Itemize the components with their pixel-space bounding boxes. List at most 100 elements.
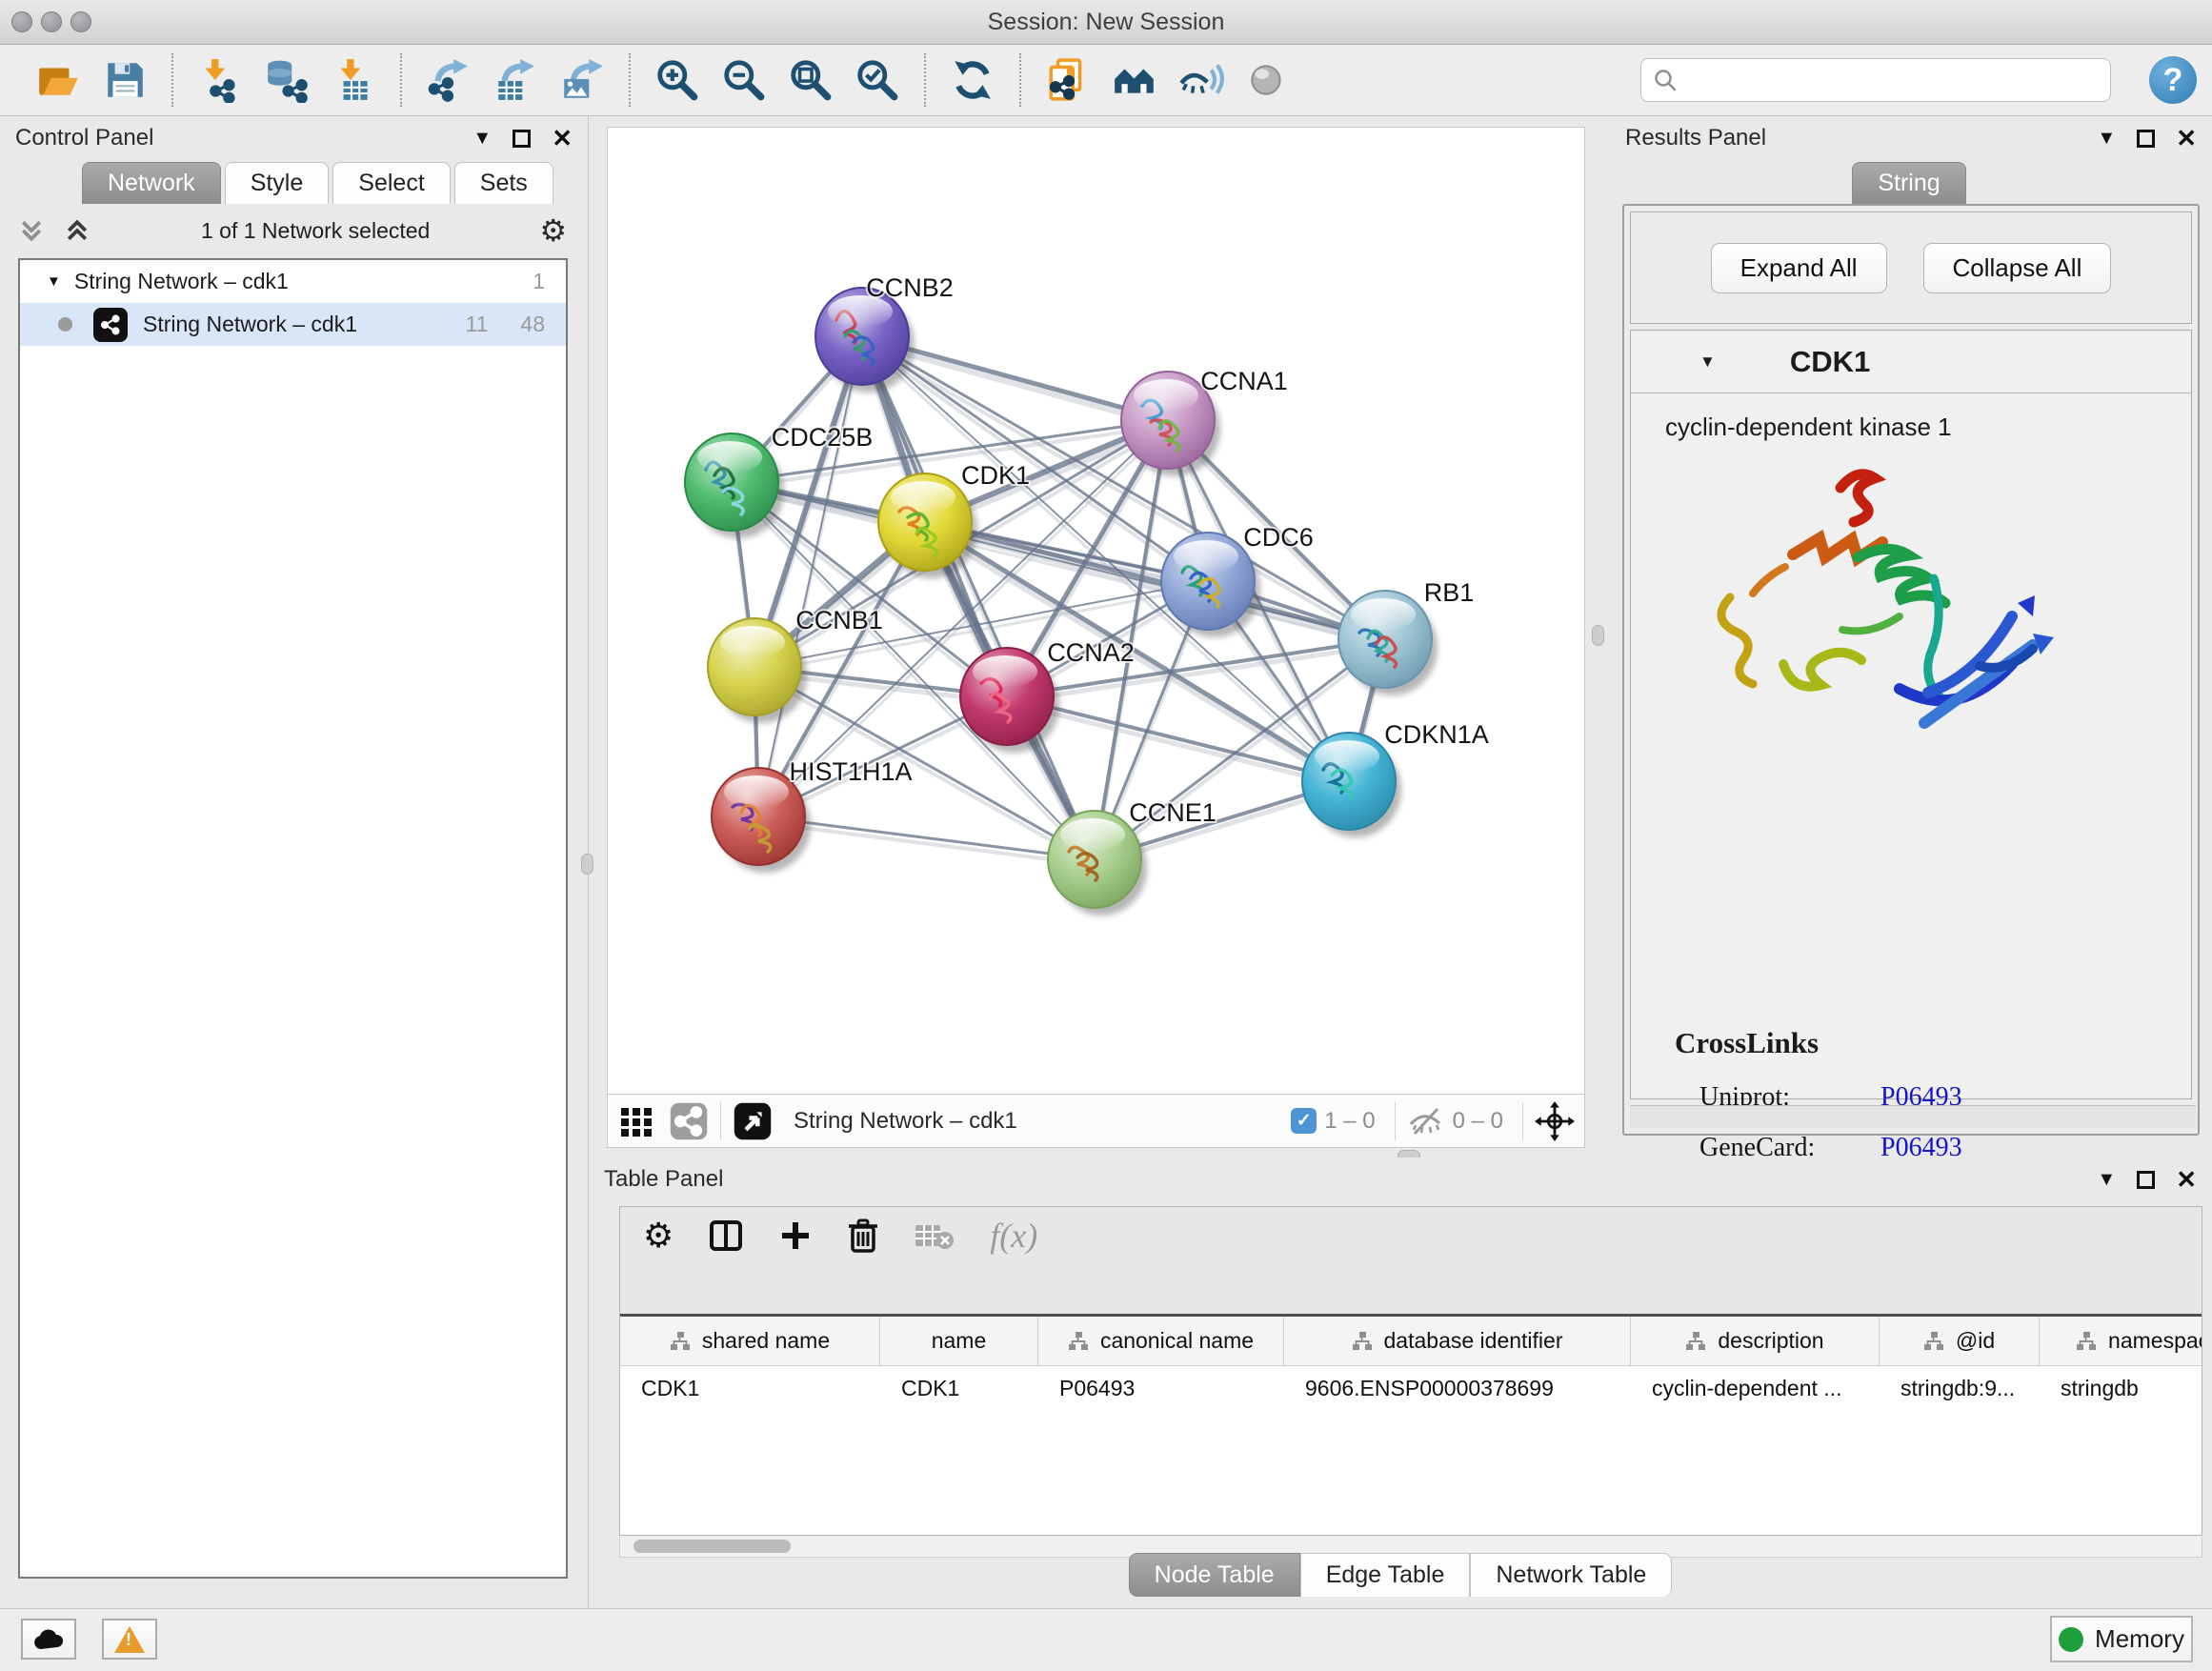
table-cell[interactable]: stringdb — [2040, 1366, 2202, 1410]
table-cell[interactable]: stringdb:9... — [1880, 1366, 2040, 1410]
table-panel-close-icon[interactable]: ✕ — [2176, 1167, 2197, 1192]
save-session-icon[interactable] — [98, 52, 151, 108]
results-scroll-strip[interactable] — [1630, 1105, 2196, 1128]
pan-crosshair-icon[interactable] — [1535, 1101, 1575, 1141]
status-bar: Memory — [0, 1608, 2212, 1671]
network-row[interactable]: String Network – cdk1 11 48 — [20, 303, 566, 346]
memory-button[interactable]: Memory — [2050, 1616, 2193, 1662]
delete-column-trash-icon[interactable] — [847, 1218, 879, 1254]
import-table-from-file-icon[interactable] — [327, 52, 380, 108]
search-box[interactable] — [1640, 58, 2111, 102]
node-details-expander-icon[interactable]: ▼ — [1699, 352, 1716, 372]
tab-string[interactable]: String — [1852, 162, 1965, 204]
export-image-icon[interactable] — [555, 52, 609, 108]
first-neighbors-icon[interactable] — [1108, 52, 1161, 108]
zoom-fit-content-icon[interactable] — [784, 52, 837, 108]
zoom-out-icon[interactable] — [717, 52, 771, 108]
zoom-selected-icon[interactable] — [851, 52, 904, 108]
selected-nodes-checkbox[interactable]: ✓ — [1291, 1108, 1317, 1134]
network-view-icon[interactable] — [669, 1101, 709, 1141]
tab-edge-table[interactable]: Edge Table — [1300, 1553, 1471, 1597]
tab-select[interactable]: Select — [332, 162, 450, 204]
control-panel: Control Panel ▼ ✕ NetworkStyleSelectSets… — [0, 116, 589, 1608]
table-panel-float-icon[interactable] — [2137, 1171, 2155, 1189]
results-panel-float-icon[interactable] — [2137, 130, 2155, 148]
node-details-header[interactable]: ▼ CDK1 — [1631, 331, 2191, 393]
table-cell[interactable]: cyclin-dependent ... — [1631, 1366, 1880, 1410]
network-options-gear-icon[interactable]: ⚙ — [539, 212, 567, 249]
column-header-description[interactable]: description — [1631, 1317, 1880, 1365]
birds-eye-view-icon[interactable] — [733, 1101, 773, 1141]
network-node-RB1[interactable] — [1338, 591, 1438, 695]
zoom-in-icon[interactable] — [651, 52, 704, 108]
column-header-namespace[interactable]: namespace — [2040, 1317, 2202, 1365]
collection-expander-icon[interactable]: ▼ — [47, 273, 61, 290]
network-collection-row[interactable]: ▼ String Network – cdk1 1 — [20, 260, 566, 303]
open-session-icon[interactable] — [31, 52, 85, 108]
column-header--id[interactable]: @id — [1880, 1317, 2040, 1365]
collection-count: 1 — [533, 269, 545, 294]
hidden-count: 0 – 0 — [1453, 1108, 1503, 1135]
table-cell[interactable]: P06493 — [1038, 1366, 1284, 1410]
control-panel-collapse-icon[interactable]: ▼ — [473, 129, 492, 148]
grid-view-icon[interactable] — [617, 1102, 655, 1140]
control-panel-close-icon[interactable]: ✕ — [552, 126, 573, 151]
add-column-plus-icon[interactable] — [778, 1218, 813, 1253]
results-divider-handle[interactable] — [1592, 625, 1604, 646]
expand-all-button[interactable]: Expand All — [1711, 243, 1887, 293]
update-network-icon[interactable] — [946, 52, 999, 108]
import-network-from-database-icon[interactable] — [260, 52, 313, 108]
graphics-details-icon[interactable] — [1241, 52, 1295, 108]
warnings-button[interactable] — [102, 1619, 157, 1660]
export-table-icon[interactable] — [489, 52, 542, 108]
new-network-from-selection-icon[interactable] — [1041, 52, 1095, 108]
table-cell[interactable]: CDK1 — [880, 1366, 1038, 1410]
show-columns-icon[interactable] — [708, 1218, 744, 1254]
node-label-CDK1: CDK1 — [961, 461, 1030, 490]
toolbar-separator — [171, 53, 173, 107]
column-header-canonical-name[interactable]: canonical name — [1038, 1317, 1284, 1365]
expand-all-icon[interactable] — [63, 216, 91, 245]
results-panel-title: Results Panel — [1625, 125, 1766, 151]
network-selection-row: 1 of 1 Network selected ⚙ — [0, 208, 588, 253]
table-hscrollbar-thumb[interactable] — [633, 1540, 791, 1553]
results-panel-collapse-icon[interactable]: ▼ — [2097, 129, 2116, 148]
import-network-from-file-icon[interactable] — [193, 52, 247, 108]
tab-network[interactable]: Network — [82, 162, 221, 204]
column-header-shared-name[interactable]: shared name — [620, 1317, 880, 1365]
panel-divider-handle[interactable] — [581, 854, 593, 875]
node-label-RB1: RB1 — [1424, 578, 1475, 607]
tab-style[interactable]: Style — [225, 162, 330, 204]
search-input[interactable] — [1678, 68, 2087, 92]
tab-sets[interactable]: Sets — [454, 162, 553, 204]
help-icon[interactable]: ? — [2149, 56, 2197, 104]
node-details-description: cyclin-dependent kinase 1 — [1665, 413, 2191, 442]
cloud-status-button[interactable] — [21, 1619, 76, 1660]
collapse-all-button[interactable]: Collapse All — [1923, 243, 2112, 293]
toolbar-icon-groups — [25, 52, 1301, 108]
table-settings-gear-icon[interactable]: ⚙ — [643, 1216, 674, 1256]
network-selection-status: 1 of 1 Network selected — [91, 218, 539, 244]
hide-selected-icon[interactable] — [1175, 52, 1228, 108]
string-results-box: Expand All Collapse All ▼ CDK1 cyclin-de… — [1622, 204, 2200, 1136]
network-canvas[interactable]: CCNB2CCNA1CDC25BCDK1CDC6RB1CCNB1CCNA2CDK… — [607, 127, 1585, 1094]
column-header-name[interactable]: name — [880, 1317, 1038, 1365]
memory-status-dot — [2059, 1627, 2083, 1652]
table-cell[interactable]: 9606.ENSP00000378699 — [1284, 1366, 1631, 1410]
tab-node-table[interactable]: Node Table — [1129, 1553, 1300, 1597]
delete-table-icon[interactable] — [914, 1219, 955, 1252]
control-panel-float-icon[interactable] — [513, 130, 531, 148]
export-network-icon[interactable] — [422, 52, 475, 108]
node-label-HIST1H1A: HIST1H1A — [789, 757, 912, 786]
network-node-CCNA2[interactable] — [960, 648, 1059, 753]
column-header-database-identifier[interactable]: database identifier — [1284, 1317, 1631, 1365]
function-builder-icon[interactable]: f(x) — [990, 1216, 1037, 1256]
results-panel-close-icon[interactable]: ✕ — [2176, 126, 2197, 151]
table-cell[interactable]: CDK1 — [620, 1366, 880, 1410]
collapse-all-icon[interactable] — [17, 216, 46, 245]
node-label-CDKN1A: CDKN1A — [1384, 720, 1489, 749]
network-tree: ▼ String Network – cdk1 1 String Network… — [18, 258, 568, 1579]
tab-network-table[interactable]: Network Table — [1470, 1553, 1672, 1597]
memory-label: Memory — [2095, 1624, 2184, 1654]
table-panel-collapse-icon[interactable]: ▼ — [2097, 1170, 2116, 1189]
